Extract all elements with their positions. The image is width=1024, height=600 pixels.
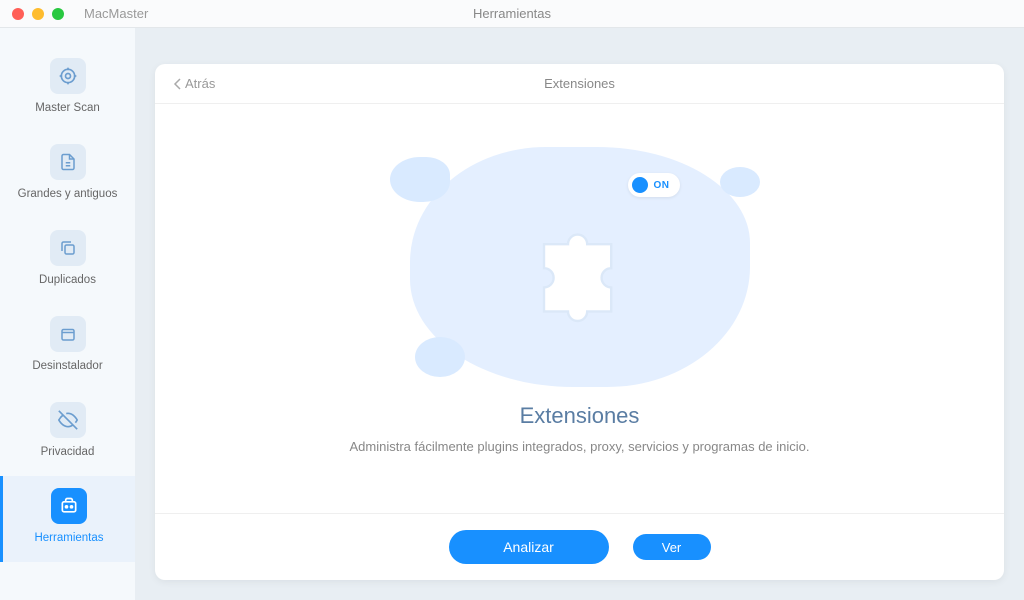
back-label: Atrás xyxy=(185,76,215,91)
box-icon xyxy=(50,316,86,352)
main-layout: Master Scan Grandes y antiguos Duplicado… xyxy=(0,28,1024,600)
files-icon xyxy=(50,230,86,266)
back-button[interactable]: Atrás xyxy=(173,76,215,91)
titlebar: MacMaster Herramientas xyxy=(0,0,1024,28)
toggle-state-label: ON xyxy=(654,180,670,191)
tool-icon xyxy=(51,488,87,524)
sidebar-item-label: Herramientas xyxy=(34,532,103,544)
card-footer: Analizar Ver xyxy=(155,513,1004,580)
close-icon[interactable] xyxy=(12,8,24,20)
maximize-icon[interactable] xyxy=(52,8,64,20)
sidebar-item-label: Master Scan xyxy=(35,102,100,114)
eye-off-icon xyxy=(50,402,86,438)
sidebar-item-duplicates[interactable]: Duplicados xyxy=(0,218,135,304)
sidebar-item-tools[interactable]: Herramientas xyxy=(0,476,135,562)
minimize-icon[interactable] xyxy=(32,8,44,20)
card-header: Atrás Extensiones xyxy=(155,64,1004,104)
view-button[interactable]: Ver xyxy=(633,534,711,560)
on-toggle-badge: ON xyxy=(628,173,680,197)
content-area: Atrás Extensiones ON xyxy=(135,28,1024,600)
panel-heading: Extensiones xyxy=(520,403,640,429)
card-body: ON Extensiones Administra fácilmente plu… xyxy=(155,104,1004,513)
sidebar-item-uninstaller[interactable]: Desinstalador xyxy=(0,304,135,390)
analyze-button[interactable]: Analizar xyxy=(449,530,609,564)
sidebar-item-label: Desinstalador xyxy=(32,360,102,372)
extensions-illustration: ON xyxy=(380,137,780,397)
card-title: Extensiones xyxy=(544,76,615,91)
sidebar-item-label: Privacidad xyxy=(41,446,95,458)
traffic-lights xyxy=(12,8,64,20)
target-icon xyxy=(50,58,86,94)
extensions-card: Atrás Extensiones ON xyxy=(155,64,1004,580)
file-icon xyxy=(50,144,86,180)
app-name: MacMaster xyxy=(84,6,148,21)
chevron-left-icon xyxy=(173,78,183,90)
sidebar-item-label: Grandes y antiguos xyxy=(18,188,118,200)
sidebar-item-master-scan[interactable]: Master Scan xyxy=(0,46,135,132)
puzzle-icon xyxy=(520,214,640,334)
sidebar-item-privacy[interactable]: Privacidad xyxy=(0,390,135,476)
window-title: Herramientas xyxy=(473,6,551,21)
sidebar-item-label: Duplicados xyxy=(39,274,96,286)
sidebar: Master Scan Grandes y antiguos Duplicado… xyxy=(0,28,135,600)
sidebar-item-large-old[interactable]: Grandes y antiguos xyxy=(0,132,135,218)
panel-description: Administra fácilmente plugins integrados… xyxy=(349,439,809,454)
